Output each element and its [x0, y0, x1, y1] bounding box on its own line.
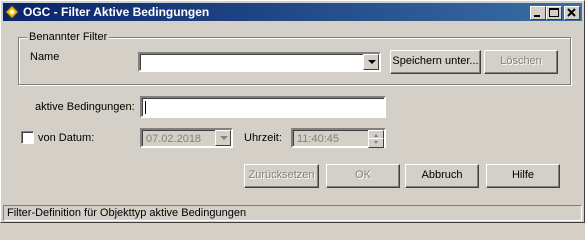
reset-button[interactable]: Zurücksetzen — [244, 164, 319, 188]
dialog-window: OGC - Filter Aktive Bedingungen Benannte… — [0, 0, 585, 223]
time-value: 11:40:45 — [297, 133, 340, 145]
time-picker[interactable]: 11:40:45 — [291, 128, 386, 148]
app-icon — [5, 5, 19, 19]
chevron-down-icon[interactable] — [215, 130, 231, 146]
minimize-icon — [534, 15, 540, 17]
window-title: OGC - Filter Aktive Bedingungen — [23, 5, 210, 19]
from-date-label: von Datum: — [38, 132, 95, 144]
minimize-button[interactable] — [530, 6, 546, 20]
conditions-input[interactable] — [140, 96, 386, 118]
time-label: Uhrzeit: — [244, 132, 282, 144]
conditions-label: aktive Bedingungen: — [35, 101, 135, 113]
save-as-button[interactable]: Speichern unter... — [390, 50, 481, 74]
maximize-button[interactable] — [546, 6, 562, 20]
date-value: 07.02.2018 — [146, 133, 202, 145]
close-icon — [567, 8, 576, 17]
named-filter-legend: Benannter Filter — [27, 31, 110, 43]
name-label: Name — [30, 51, 60, 63]
title-bar[interactable]: OGC - Filter Aktive Bedingungen — [3, 3, 582, 21]
from-date-checkbox[interactable] — [21, 131, 34, 144]
spin-down-button[interactable] — [368, 138, 384, 148]
status-text: Filter-Definition für Objekttyp aktive B… — [7, 207, 247, 219]
ok-button[interactable]: OK — [326, 164, 400, 188]
close-button[interactable] — [564, 6, 580, 20]
date-picker[interactable]: 07.02.2018 — [140, 128, 233, 148]
name-combobox[interactable] — [138, 52, 381, 72]
cancel-button[interactable]: Abbruch — [405, 164, 479, 188]
status-bar: Filter-Definition für Objekttyp aktive B… — [3, 205, 582, 221]
chevron-down-icon[interactable] — [363, 54, 379, 70]
arrow-down-icon — [374, 141, 378, 144]
text-cursor — [145, 101, 146, 114]
delete-button[interactable]: Löschen — [484, 50, 558, 74]
maximize-icon — [549, 8, 559, 17]
help-button[interactable]: Hilfe — [486, 164, 560, 188]
